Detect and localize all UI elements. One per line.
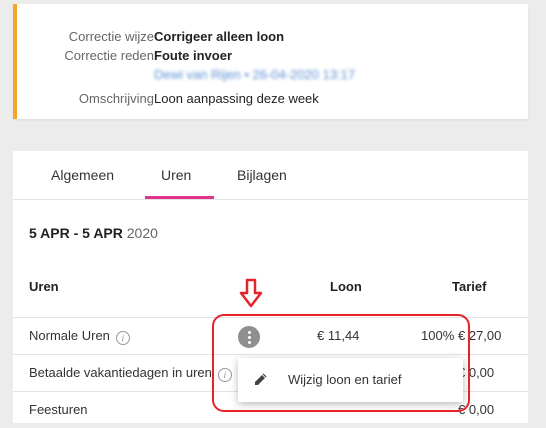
- detail-row-correction-method: Correctie wijze Corrigeer alleen loon: [13, 27, 528, 47]
- detail-value: Corrigeer alleen loon: [154, 29, 285, 44]
- column-header-loon: Loon: [330, 279, 362, 294]
- loon-value: € 11,44: [317, 328, 360, 343]
- row-label: Feesturen: [29, 402, 88, 417]
- detail-label: Correctie reden: [64, 48, 154, 63]
- arrow-down-icon: [239, 278, 263, 308]
- tarief-value: € 0,00: [458, 365, 495, 380]
- column-header-tarief: Tarief: [452, 279, 487, 294]
- detail-label: Omschrijving: [78, 91, 154, 106]
- pencil-icon: [255, 373, 267, 385]
- hours-card: Algemeen Uren Bijlagen 5 APR - 5 APR 202…: [13, 151, 528, 423]
- detail-value: Loon aanpassing deze week: [154, 91, 319, 106]
- tab-uren[interactable]: Uren: [161, 167, 191, 183]
- app-frame: Correctie wijze Corrigeer alleen loon Co…: [0, 0, 546, 423]
- tarief-value: € 0,00: [458, 402, 495, 417]
- info-icon[interactable]: i: [217, 368, 232, 382]
- percentage-value: 100%: [421, 328, 455, 343]
- period-range: 5 APR - 5 APR: [29, 225, 123, 241]
- context-menu-item-edit-wage-rate[interactable]: Wijzig loon en tarief: [238, 358, 463, 402]
- author-timestamp: Dewi van Rijen • 26-04-2020 13:17: [154, 67, 356, 82]
- row-label: Betaalde vakantiedagen in uren: [29, 365, 212, 380]
- more-vertical-icon[interactable]: [238, 326, 260, 348]
- tab-algemeen[interactable]: Algemeen: [51, 167, 114, 183]
- column-header-uren: Uren: [29, 279, 59, 294]
- active-tab-indicator: [145, 196, 214, 199]
- detail-row-description: Omschrijving Loon aanpassing deze week: [13, 89, 528, 109]
- detail-row-correction-reason: Correctie reden Foute invoer: [13, 46, 528, 66]
- table-row: Normale Uren i € 11,44 100% € 27,00: [13, 317, 528, 354]
- tarief-value: € 27,00: [458, 328, 502, 343]
- detail-label: Correctie wijze: [68, 29, 154, 44]
- menu-item-label: Wijzig loon en tarief: [288, 372, 402, 387]
- row-label: Normale Uren: [29, 328, 110, 343]
- period-heading: 5 APR - 5 APR 2020: [29, 225, 158, 241]
- detail-row-author: Dewi van Rijen • 26-04-2020 13:17: [13, 65, 528, 85]
- info-icon[interactable]: i: [115, 331, 130, 345]
- tab-bijlagen[interactable]: Bijlagen: [237, 167, 287, 183]
- tab-bar: Algemeen Uren Bijlagen: [13, 151, 528, 200]
- correction-details-card: Correctie wijze Corrigeer alleen loon Co…: [13, 4, 528, 119]
- period-year: 2020: [126, 225, 158, 241]
- detail-value: Foute invoer: [154, 48, 233, 63]
